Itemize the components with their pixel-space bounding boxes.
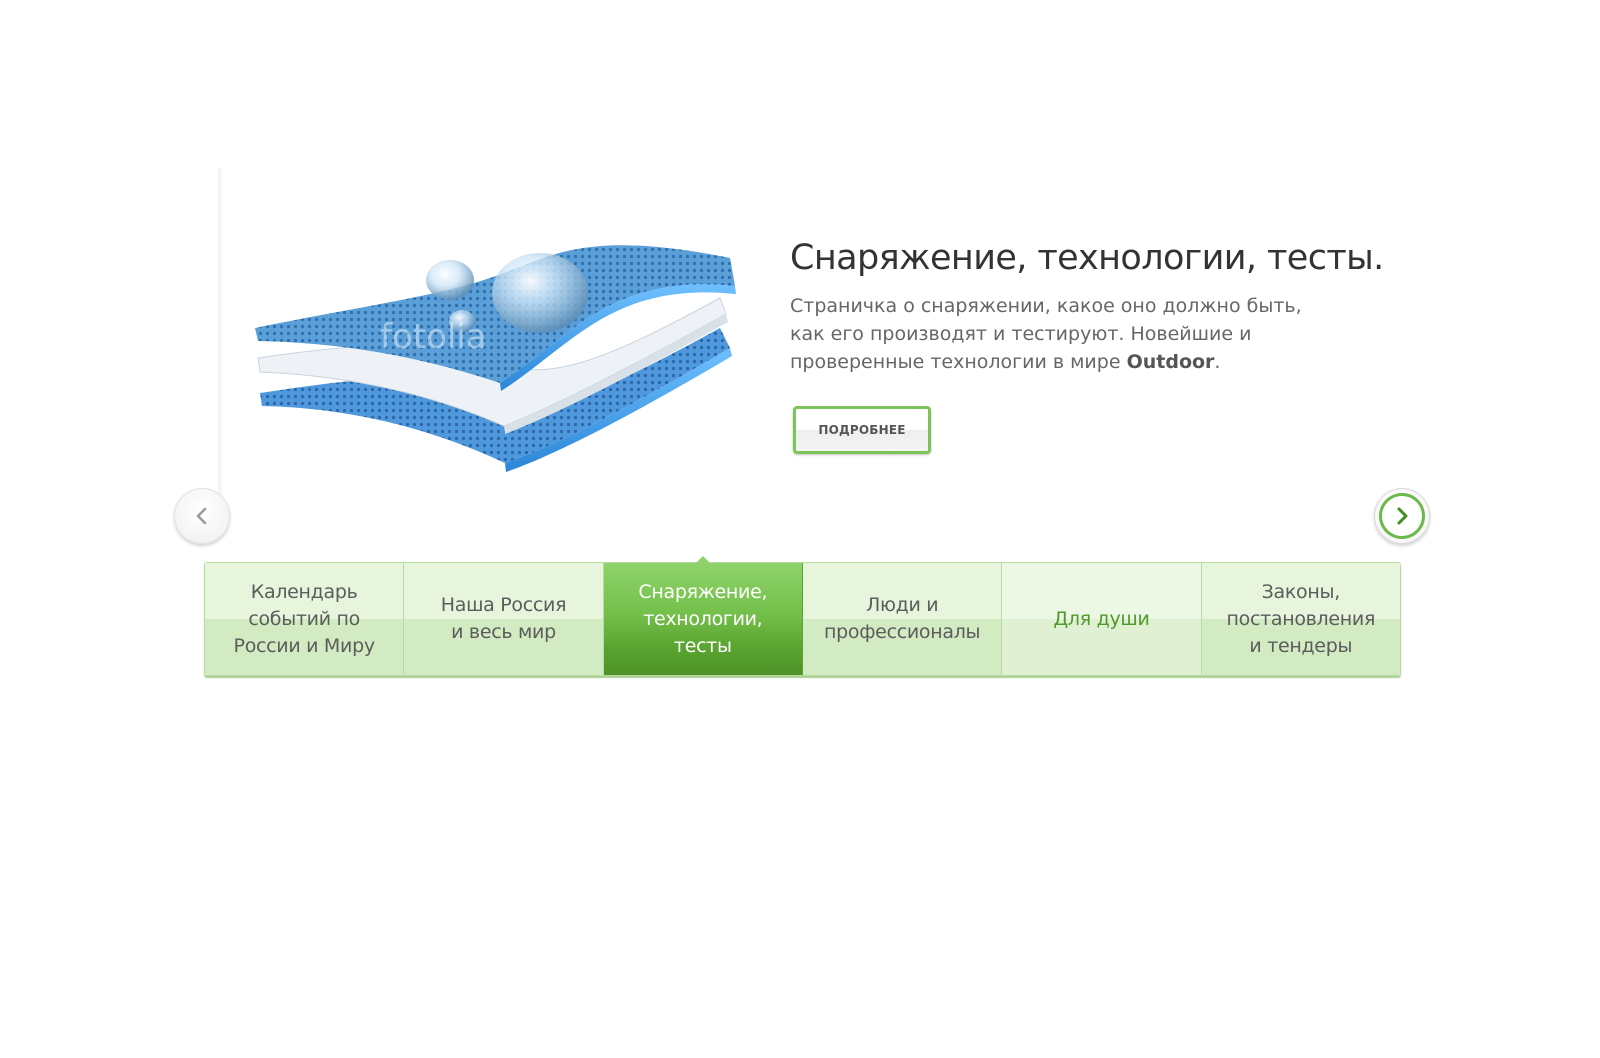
category-tab[interactable]: Люди и профессионалы	[802, 563, 1003, 675]
hero-slider: fotolia Снаряжение, технологии, тесты. С…	[0, 168, 1600, 544]
category-tab-label-line: Законы,	[1261, 580, 1341, 603]
category-tab[interactable]: Календарь событий по России и Миру	[205, 563, 405, 675]
category-tab-label-line: событий по	[248, 607, 360, 630]
category-tab-label-line: Снаряжение,	[638, 580, 768, 603]
more-button[interactable]: ПОДРОБНЕЕ	[793, 406, 931, 454]
category-tab-label: Законы, постановления и тендеры	[1219, 579, 1384, 660]
category-tab[interactable]: Наша Россия и весь мир	[404, 563, 604, 675]
slide-divider	[218, 168, 223, 513]
category-tab-label-line: технологии, тесты	[643, 607, 763, 657]
category-tabs: Календарь событий по России и Миру Наша Рос…	[204, 556, 1401, 676]
slide-description-bold: Outdoor	[1126, 351, 1215, 373]
category-tab[interactable]: Для души	[1002, 563, 1202, 675]
category-tab[interactable]: Законы, постановления и тендеры	[1201, 563, 1400, 675]
slide-title: Снаряжение, технологии, тесты.	[790, 238, 1384, 278]
slide-description: Страничка о снаряжении, какое оно должно…	[790, 292, 1330, 376]
active-tab-pointer	[695, 556, 710, 563]
category-tab-label-line: Для души	[1053, 607, 1150, 630]
category-tab-label-line: Люди и	[865, 594, 939, 616]
watermark-text: fotolia	[380, 317, 487, 357]
category-tab-label: Снаряжение, технологии, тесты	[604, 579, 802, 660]
category-tab[interactable]: Снаряжение, технологии, тесты	[603, 556, 803, 675]
category-tab-label-line: и тендеры	[1249, 634, 1353, 657]
fabric-layers-image: fotolia	[250, 218, 760, 480]
slider-prev-button[interactable]	[174, 488, 230, 544]
category-tab-label-line: России и Миру	[233, 634, 376, 657]
chevron-left-icon	[196, 507, 207, 525]
category-tab-label: Календарь событий по России и Миру	[226, 579, 383, 660]
slider-next-button[interactable]	[1374, 488, 1430, 544]
category-tab-label-line: и весь мир	[451, 621, 556, 643]
chevron-right-icon	[1397, 507, 1408, 525]
category-tab-label-line: Календарь	[250, 580, 358, 603]
slide-description-main: Страничка о снаряжении, какое оно должно…	[790, 295, 1302, 373]
category-tab-label: Наша Россия и весь мир	[433, 592, 574, 646]
next-button-ring	[1379, 493, 1425, 539]
category-tab-label-line: профессионалы	[824, 621, 981, 643]
category-tab-label: Для души	[1045, 606, 1157, 633]
category-tab-label-line: постановления	[1226, 607, 1376, 630]
slide-description-end: .	[1214, 351, 1221, 373]
category-tab-label: Люди и профессионалы	[816, 592, 988, 646]
category-tab-label-line: Наша Россия	[440, 594, 567, 616]
slide-text: Снаряжение, технологии, тесты. Страничка…	[790, 236, 1384, 376]
